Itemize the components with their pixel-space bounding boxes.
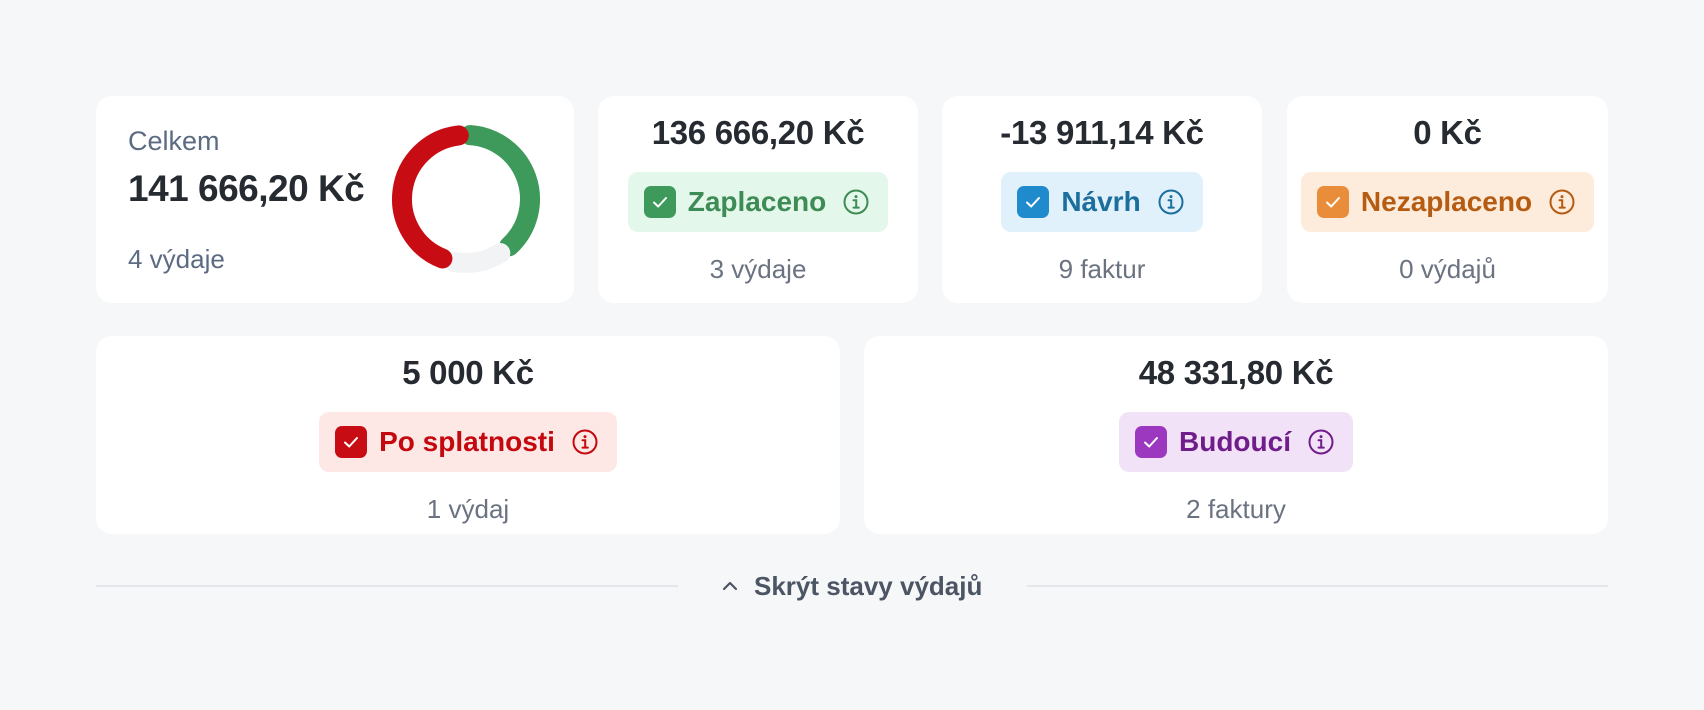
status-amount: 136 666,20 Kč <box>651 114 865 151</box>
total-label: Celkem <box>128 126 220 156</box>
status-count: 3 výdaje <box>709 254 807 284</box>
info-icon[interactable] <box>571 428 599 456</box>
status-count: 2 faktury <box>1186 494 1286 524</box>
checkbox-checked-icon[interactable] <box>335 426 368 458</box>
total-card: Celkem 141 666,20 Kč 4 výdaje <box>96 96 574 303</box>
status-filter-po-splatnosti[interactable]: Po splatnosti <box>319 412 617 472</box>
status-count: 0 výdajů <box>1399 254 1496 284</box>
expense-donut-chart <box>392 125 540 273</box>
checkbox-checked-icon[interactable] <box>643 186 676 218</box>
status-label: Budoucí <box>1179 426 1291 457</box>
status-card-po-splatnosti: 5 000 Kč Po splatnosti 1 výdaj <box>96 336 840 534</box>
donut-segment-unallocated <box>443 243 511 273</box>
status-label: Po splatnosti <box>379 426 555 457</box>
status-count: 9 faktur <box>1058 254 1146 284</box>
status-card-zaplaceno: 136 666,20 Kč Zaplaceno 3 výdaje <box>598 96 918 303</box>
chevron-up-icon <box>722 581 738 591</box>
status-card-budouci: 48 331,80 Kč Budoucí 2 faktury <box>864 336 1608 534</box>
status-count: 1 výdaj <box>426 494 510 524</box>
status-label: Zaplaceno <box>687 186 827 217</box>
status-label: Návrh <box>1061 186 1141 217</box>
checkbox-checked-icon[interactable] <box>1017 186 1050 218</box>
checkbox-checked-icon[interactable] <box>1135 426 1167 458</box>
info-icon[interactable] <box>1157 188 1185 216</box>
divider-left <box>96 585 678 587</box>
donut-segment-paid <box>460 125 540 257</box>
status-amount: 5 000 Kč <box>402 354 534 391</box>
checkbox-checked-icon[interactable] <box>1316 186 1349 218</box>
info-icon[interactable] <box>1548 188 1576 216</box>
donut-segment-overdue <box>392 125 469 269</box>
status-amount: 0 Kč <box>1413 114 1482 151</box>
info-icon[interactable] <box>842 188 870 216</box>
status-label: Nezaplaceno <box>1360 186 1533 217</box>
status-filter-navrh[interactable]: Návrh <box>1001 172 1203 232</box>
divider-right <box>1027 585 1608 587</box>
status-card-nezaplaceno: 0 Kč Nezaplaceno 0 výdajů <box>1287 96 1608 303</box>
hide-statuses-toggle[interactable]: Skrýt stavy výdajů <box>720 566 982 606</box>
status-filter-zaplaceno[interactable]: Zaplaceno <box>627 172 889 232</box>
status-amount: 48 331,80 Kč <box>1138 354 1334 391</box>
hide-statuses-label: Skrýt stavy výdajů <box>754 570 983 601</box>
total-amount: 141 666,20 Kč <box>128 168 365 209</box>
info-icon[interactable] <box>1307 428 1335 456</box>
status-amount: -13 911,14 Kč <box>1000 114 1204 151</box>
total-count: 4 výdaje <box>128 244 225 274</box>
status-filter-nezaplaceno[interactable]: Nezaplaceno <box>1300 172 1595 232</box>
status-filter-budouci[interactable]: Budoucí <box>1119 412 1353 472</box>
status-card-navrh: -13 911,14 Kč Návrh 9 faktur <box>942 96 1262 303</box>
